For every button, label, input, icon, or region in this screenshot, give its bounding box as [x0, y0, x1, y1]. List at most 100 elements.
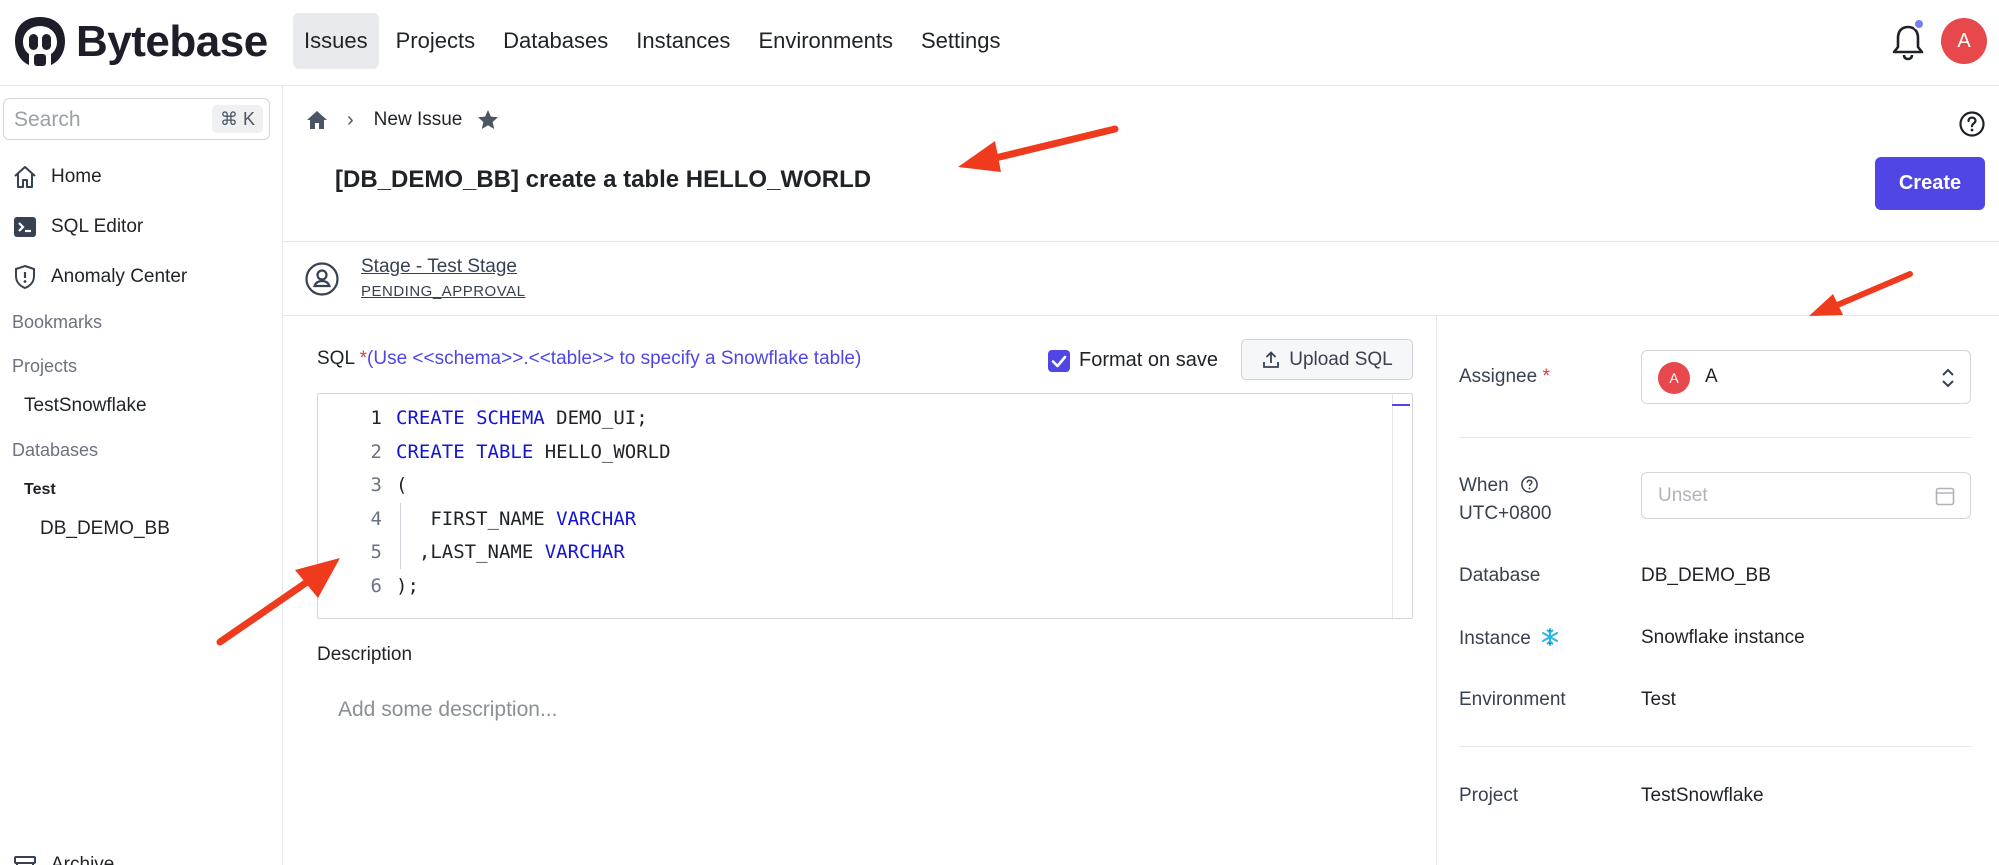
create-button[interactable]: Create: [1875, 157, 1985, 210]
terminal-icon: [14, 217, 36, 237]
editor-cursor-marker: [1392, 404, 1410, 406]
home-icon: [14, 166, 36, 188]
nav-item-projects[interactable]: Projects: [385, 13, 486, 69]
user-avatar[interactable]: A: [1941, 18, 1987, 64]
home-icon[interactable]: [305, 108, 329, 132]
sql-keyword: VARCHAR: [556, 507, 637, 530]
sidebar-item-label: Home: [51, 166, 102, 187]
upload-sql-button[interactable]: Upload SQL: [1241, 339, 1413, 380]
sidebar-item-anomaly-center[interactable]: Anomaly Center: [12, 264, 187, 290]
required-mark: *: [1542, 366, 1550, 387]
nav-item-settings[interactable]: Settings: [910, 13, 1012, 69]
assignee-label-text: Assignee: [1459, 366, 1538, 387]
stage-status[interactable]: PENDING_APPROVAL: [361, 283, 525, 300]
code-line[interactable]: 5 ,LAST_NAME VARCHAR: [318, 536, 625, 569]
annotation-arrow-icon: [216, 558, 340, 646]
breadcrumb-current: New Issue: [373, 109, 463, 130]
sidebar-item-label: Archive: [51, 854, 115, 865]
vertical-divider: [1436, 316, 1437, 865]
top-navigation-bar: Bytebase Issues Projects Databases Instance…: [0, 0, 1999, 86]
help-icon[interactable]: [1958, 110, 1986, 138]
annotation-arrow-icon: [1809, 271, 1913, 316]
nav-item-instances[interactable]: Instances: [625, 13, 741, 69]
nav-item-databases[interactable]: Databases: [492, 13, 619, 69]
line-number: 1: [370, 407, 382, 429]
database-label: Database: [1459, 565, 1541, 586]
annotation-arrow-icon: [958, 125, 1119, 172]
divider: [283, 315, 1999, 316]
when-label: When: [1459, 475, 1539, 497]
sql-text: ,LAST_NAME: [396, 541, 545, 563]
sidebar-database-item[interactable]: DB_DEMO_BB: [40, 518, 170, 540]
when-timezone: UTC+0800: [1459, 503, 1552, 524]
sidebar-project-item[interactable]: TestSnowflake: [24, 395, 147, 417]
nav-item-issues[interactable]: Issues: [293, 13, 379, 69]
environment-label: Environment: [1459, 689, 1566, 710]
sidebar-bookmarks-heading[interactable]: Bookmarks: [12, 312, 102, 333]
line-number: 2: [370, 440, 382, 463]
required-mark: *: [359, 348, 368, 369]
sql-text: (: [396, 474, 408, 496]
divider: [283, 241, 1999, 242]
select-arrows-icon: [1942, 368, 1954, 388]
issue-title[interactable]: [DB_DEMO_BB] create a table HELLO_WORLD: [335, 166, 871, 194]
help-icon[interactable]: [1520, 475, 1539, 494]
shield-icon: [15, 264, 35, 290]
sidebar-item-home[interactable]: Home: [12, 164, 102, 190]
project-label: Project: [1459, 785, 1519, 806]
sql-label-text: SQL: [317, 348, 355, 369]
calendar-icon: [1935, 487, 1955, 506]
when-date-picker[interactable]: Unset: [1641, 472, 1971, 519]
sql-keyword: SCHEMA: [476, 407, 545, 429]
sql-keyword: CREATE: [396, 440, 465, 463]
sidebar-item-label: SQL Editor: [51, 216, 144, 237]
format-on-save-checkbox[interactable]: Format on save: [1048, 349, 1218, 372]
code-line[interactable]: 3(: [318, 469, 408, 502]
sql-keyword: CREATE: [396, 407, 465, 429]
format-on-save-label: Format on save: [1079, 349, 1218, 371]
stage-user-icon: [305, 262, 339, 296]
nav-item-environments[interactable]: Environments: [747, 13, 904, 69]
code-line[interactable]: 2 CREATE TABLE HELLO_WORLD: [318, 436, 671, 469]
search-input[interactable]: Search ⌘ K: [3, 98, 270, 140]
description-input[interactable]: Add some description...: [338, 698, 557, 722]
assignee-select[interactable]: A A: [1641, 350, 1971, 404]
environment-value[interactable]: Test: [1641, 689, 1676, 711]
code-line[interactable]: 1 CREATE SCHEMA DEMO_UI;: [318, 402, 648, 435]
sidebar-databases-heading[interactable]: Databases: [12, 440, 98, 461]
stage-name-link[interactable]: Stage - Test Stage: [361, 256, 517, 278]
database-value[interactable]: DB_DEMO_BB: [1641, 565, 1771, 587]
checkbox-checked-icon[interactable]: [1048, 349, 1070, 372]
project-value[interactable]: TestSnowflake: [1641, 785, 1764, 807]
editor-scrollbar[interactable]: [1392, 394, 1393, 620]
search-shortcut-badge: ⌘ K: [211, 105, 263, 133]
upload-icon: [1263, 350, 1280, 368]
indent-guide: [400, 502, 401, 536]
instance-label-text: Instance: [1459, 628, 1531, 649]
assignee-name: A: [1705, 366, 1718, 387]
star-icon[interactable]: [476, 108, 500, 132]
sidebar-item-sql-editor[interactable]: SQL Editor: [12, 214, 143, 240]
sql-editor[interactable]: 1 CREATE SCHEMA DEMO_UI; 2 CREATE TABLE HEL…: [317, 393, 1413, 620]
sidebar-item-label: Anomaly Center: [51, 266, 188, 287]
assignee-avatar: A: [1658, 362, 1690, 394]
search-placeholder: Search: [14, 108, 81, 131]
instance-label: Instance: [1459, 627, 1560, 650]
when-label-text: When: [1459, 475, 1509, 496]
sql-text: );: [396, 574, 419, 597]
snowflake-icon: [1542, 628, 1559, 646]
main-nav: Issues Projects Databases Instances Environm…: [293, 13, 1017, 69]
line-number: 4: [370, 507, 382, 530]
indent-guide: [400, 536, 401, 569]
archive-icon: [14, 856, 36, 865]
bytebase-logo[interactable]: Bytebase: [12, 14, 268, 70]
upload-sql-label: Upload SQL: [1289, 348, 1393, 370]
instance-value[interactable]: Snowflake instance: [1641, 627, 1805, 649]
sql-label: SQL *(Use <<schema>>.<<table>> to specif…: [317, 348, 861, 370]
sidebar: Search ⌘ K Home SQL Editor Anomaly Cente…: [0, 86, 283, 865]
sidebar-item-archive[interactable]: Archive: [12, 852, 114, 865]
code-line[interactable]: 4 FIRST_NAME VARCHAR: [318, 503, 637, 536]
sidebar-projects-heading[interactable]: Projects: [12, 356, 77, 377]
